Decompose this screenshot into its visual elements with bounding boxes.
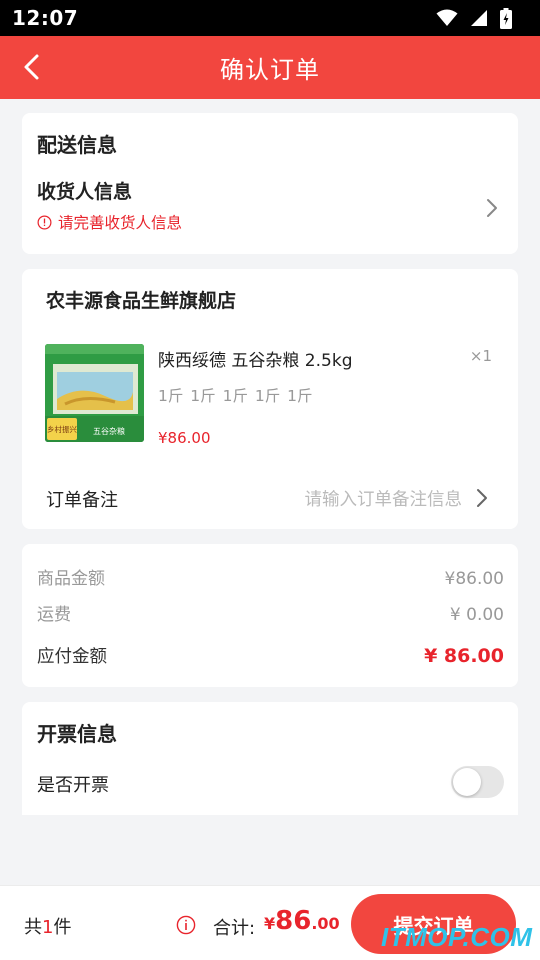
payable-label: 应付金额 [37,647,107,667]
product-spec: 1斤 1斤 1斤 1斤 1斤 [158,387,313,405]
receiver-warning: 请完善收货人信息 [37,211,182,233]
receiver-warning-text: 请完善收货人信息 [58,214,183,232]
payable-row: 应付金额 ¥ 86.00 [37,643,504,668]
battery-icon [500,7,512,29]
product-price: ¥86.00 [158,429,211,447]
back-arrow-icon[interactable] [20,52,44,82]
total-currency: ¥ [264,914,276,933]
item-count: 共1件 [24,913,71,939]
delivery-title: 配送信息 [37,133,117,157]
status-bar: 12:07 [0,0,540,36]
store-name: 农丰源食品生鲜旗舰店 [46,290,237,312]
status-icons [436,7,512,29]
count-suffix: 件 [53,917,72,938]
info-icon[interactable] [176,915,196,935]
invoice-toggle-label: 是否开票 [37,775,109,796]
product-name: 陕西绥德 五谷杂粮 2.5kg [158,351,353,371]
shipping-label: 运费 [37,605,71,625]
shipping-value: ¥ 0.00 [449,605,504,625]
chevron-right-icon [477,489,487,507]
invoice-title: 开票信息 [37,722,117,746]
receiver-title: 收货人信息 [37,181,133,203]
remark-label: 订单备注 [46,490,118,511]
status-time: 12:07 [12,6,79,30]
invoice-toggle[interactable] [451,766,504,798]
order-remark-row[interactable]: 订单备注 请输入订单备注信息 [22,474,518,520]
count-number: 1 [42,917,54,938]
page-title: 确认订单 [220,56,320,84]
receiver-info-row[interactable]: 收货人信息 请完善收货人信息 [22,171,518,241]
toggle-knob [453,768,481,796]
total-decimal: .00 [311,914,340,933]
product-image[interactable]: 乡村振兴 五谷杂粮 [45,344,144,442]
product-badge-text: 乡村振兴 [47,424,77,434]
signal-icon [471,10,487,26]
watermark: ITMOP.COM [381,922,533,952]
store-card: 农丰源食品生鲜旗舰店 乡村振兴 五谷杂粮 陕西绥德 五谷杂粮 2.5kg ×1 … [22,269,518,529]
product-quantity: ×1 [469,347,492,365]
alert-circle-icon [37,215,52,229]
goods-amount-label: 商品金额 [37,569,105,589]
total-label: 合计: [213,918,256,939]
wifi-icon [436,9,458,26]
remark-input[interactable]: 请输入订单备注信息 [305,486,463,511]
goods-amount-value: ¥86.00 [444,569,504,589]
count-prefix: 共 [24,917,42,938]
payable-value: ¥ 86.00 [424,645,504,667]
nav-bar: 确认订单 [0,36,540,99]
invoice-card: 开票信息 是否开票 [22,702,518,815]
chevron-right-icon [487,199,497,217]
product-image-label: 五谷杂粮 [93,426,125,436]
shipping-row: 运费 ¥ 0.00 [37,600,504,625]
delivery-card: 配送信息 收货人信息 请完善收货人信息 [22,113,518,254]
product-image-art: 乡村振兴 五谷杂粮 [45,344,144,442]
goods-amount-row: 商品金额 ¥86.00 [37,564,504,589]
amount-card: 商品金额 ¥86.00 运费 ¥ 0.00 应付金额 ¥ 86.00 [22,544,518,687]
total-integer: 86 [275,906,312,936]
total-value: ¥86.00 [264,906,340,936]
